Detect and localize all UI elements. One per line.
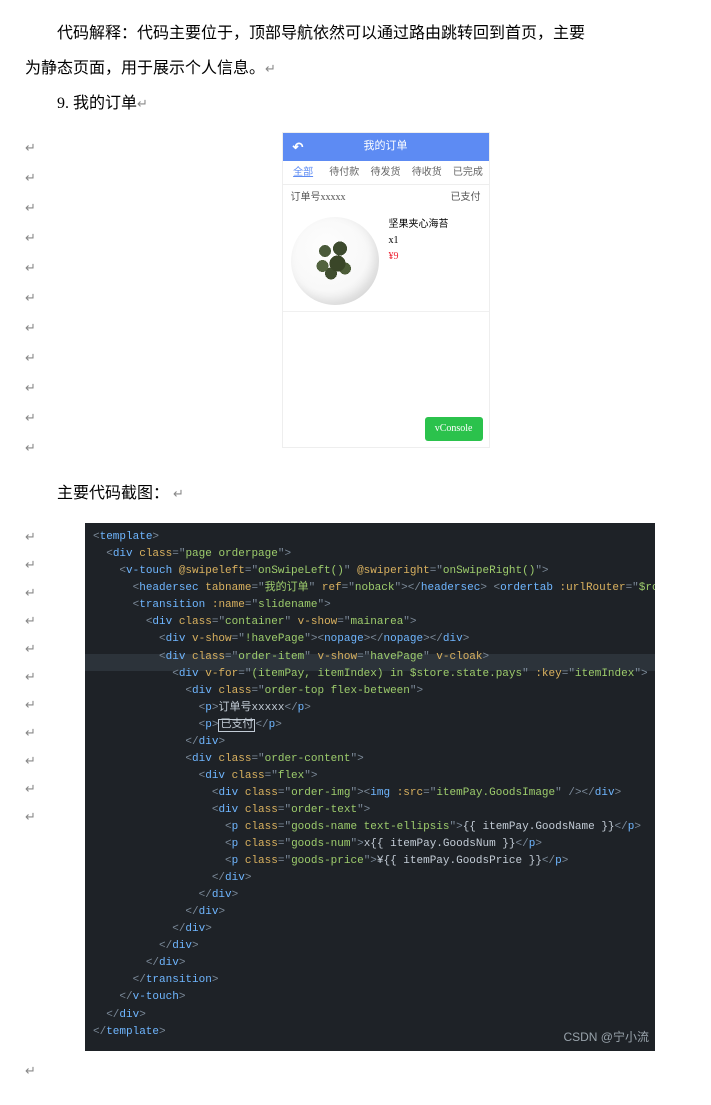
phone-tabs: 全部 待付款 待发货 待收货 已完成 (283, 161, 489, 185)
order-body: 坚果夹心海苔 x1 ¥9 (283, 211, 489, 312)
return-icon: ↵ (25, 256, 36, 279)
tab-done[interactable]: 已完成 (447, 164, 488, 182)
paragraph-line-1: 代码解释：代码主要位于，顶部导航依然可以通过路由跳转回到首页，主要 (25, 20, 686, 49)
margin-returns-lower: ↵ ↵ ↵ ↵ ↵ ↵ ↵ ↵ ↵ ↵ ↵ (25, 523, 80, 831)
return-icon: ↵ (25, 525, 36, 548)
return-icon: ↵ (25, 721, 36, 744)
return-icon: ↵ (25, 581, 36, 604)
seaweed-snack-icon (310, 236, 360, 286)
code-screenshot: <template> <div class="page orderpage"> … (85, 523, 655, 1050)
return-icon: ↵ (25, 136, 36, 159)
goods-num: x1 (389, 233, 449, 249)
return-icon: ↵ (25, 665, 36, 688)
order-number: 订单号xxxxx (291, 189, 346, 207)
goods-price: ¥9 (389, 249, 449, 265)
return-icon: ↵ (25, 693, 36, 716)
return-icon: ↵ (265, 61, 276, 76)
return-icon: ↵ (25, 436, 36, 459)
return-icon: ↵ (25, 637, 36, 660)
return-icon: ↵ (25, 316, 36, 339)
phone-title: 我的订单 (364, 137, 408, 157)
return-icon: ↵ (25, 196, 36, 219)
watermark: CSDN @宁小流 (563, 1028, 649, 1047)
tab-all[interactable]: 全部 (283, 164, 324, 182)
phone-frame: ↶ 我的订单 全部 待付款 待发货 待收货 已完成 订单号xxxxx 已支付 坚… (282, 132, 490, 448)
editor-cursor: 已支付 (218, 719, 255, 732)
return-icon: ↵ (25, 166, 36, 189)
phone-header: ↶ 我的订单 (283, 133, 489, 161)
tab-pending-pay[interactable]: 待付款 (324, 164, 365, 182)
code-caption: 主要代码截图： ↵ (25, 480, 686, 509)
return-icon: ↵ (25, 1063, 36, 1078)
tab-pending-recv[interactable]: 待收货 (406, 164, 447, 182)
return-icon: ↵ (25, 777, 36, 800)
return-icon: ↵ (25, 286, 36, 309)
return-icon: ↵ (25, 553, 36, 576)
order-text: 坚果夹心海苔 x1 ¥9 (389, 217, 449, 305)
phone-screenshot-figure: ↶ 我的订单 全部 待付款 待发货 待收货 已完成 订单号xxxxx 已支付 坚… (85, 132, 686, 448)
order-image (291, 217, 379, 305)
tab-pending-ship[interactable]: 待发货 (365, 164, 406, 182)
return-icon: ↵ (25, 226, 36, 249)
order-top: 订单号xxxxx 已支付 (283, 185, 489, 211)
text: 主要代码截图： (57, 485, 169, 502)
heading-9: 9. 我的订单↵ (25, 90, 686, 119)
return-icon: ↵ (137, 96, 148, 111)
text: 代码解释：代码主要位于，顶部导航依然可以通过路由跳转回到首页，主要 (57, 25, 585, 42)
text: 9. 我的订单 (57, 95, 137, 112)
margin-returns-upper: ↵ ↵ ↵ ↵ ↵ ↵ ↵ ↵ ↵ ↵ ↵ (25, 132, 80, 462)
order-status: 已支付 (451, 189, 481, 207)
goods-name: 坚果夹心海苔 (389, 217, 449, 233)
return-icon: ↵ (25, 346, 36, 369)
return-icon: ↵ (25, 805, 36, 828)
return-icon: ↵ (25, 406, 36, 429)
return-icon: ↵ (25, 376, 36, 399)
return-icon: ↵ (25, 749, 36, 772)
vconsole-button[interactable]: vConsole (425, 417, 483, 441)
back-icon[interactable]: ↶ (293, 136, 304, 159)
paragraph-line-2: 为静态页面，用于展示个人信息。↵ (25, 55, 686, 84)
text: 为静态页面，用于展示个人信息。 (25, 60, 265, 77)
return-icon: ↵ (173, 486, 184, 501)
return-icon: ↵ (25, 609, 36, 632)
